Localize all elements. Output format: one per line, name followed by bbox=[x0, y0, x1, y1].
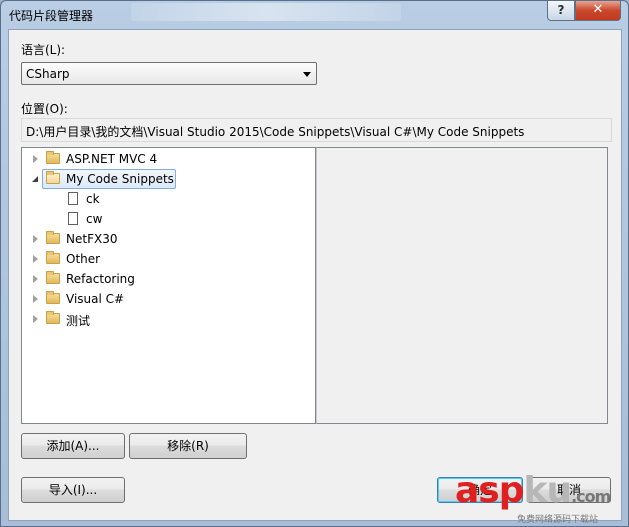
title-bar[interactable]: 代码片段管理器 ? ✕ bbox=[1, 1, 628, 29]
chevron-down-icon bbox=[303, 72, 311, 77]
folder-icon bbox=[46, 251, 60, 264]
tree-item-ck[interactable]: ck bbox=[22, 189, 312, 209]
tree-item-cw[interactable]: cw bbox=[22, 209, 312, 229]
folder-icon bbox=[46, 291, 60, 304]
language-select[interactable]: CSharp bbox=[21, 62, 317, 85]
expand-arrow-icon[interactable] bbox=[33, 275, 38, 283]
help-button[interactable]: ? bbox=[547, 1, 575, 21]
tree-item-label: 测试 bbox=[66, 314, 91, 328]
tree-item-label: NetFX30 bbox=[66, 232, 118, 246]
close-icon: ✕ bbox=[592, 2, 604, 17]
tree-item-refactoring[interactable]: Refactoring bbox=[22, 269, 312, 289]
folder-icon bbox=[46, 311, 60, 324]
close-button[interactable]: ✕ bbox=[575, 1, 621, 21]
folder-icon bbox=[46, 271, 60, 284]
tree-item-test[interactable]: 测试 bbox=[22, 309, 312, 329]
expand-arrow-icon[interactable] bbox=[33, 295, 38, 303]
collapse-arrow-icon[interactable] bbox=[32, 176, 38, 182]
dialog-body: 语言(L): CSharp 位置(O): D:\用户目录\我的文档\Visual… bbox=[8, 29, 622, 521]
remove-button[interactable]: 移除(R) bbox=[129, 433, 247, 459]
snippet-tree[interactable]: ASP.NET MVC 4 My Code Snippets ck cw Net… bbox=[21, 147, 316, 424]
expand-arrow-icon[interactable] bbox=[33, 315, 38, 323]
snippet-file-icon bbox=[68, 192, 78, 205]
tree-item-label: Other bbox=[66, 252, 101, 266]
snippet-description-panel bbox=[316, 147, 608, 424]
location-path-field[interactable]: D:\用户目录\我的文档\Visual Studio 2015\Code Sni… bbox=[21, 118, 612, 142]
window-title: 代码片段管理器 bbox=[9, 9, 94, 23]
location-path: D:\用户目录\我的文档\Visual Studio 2015\Code Sni… bbox=[26, 125, 525, 139]
folder-icon bbox=[46, 231, 60, 244]
open-folder-icon bbox=[46, 171, 60, 184]
tree-item-label: ck bbox=[86, 192, 100, 206]
watermark-subtitle: 免费网络源码下载站 bbox=[517, 515, 599, 525]
expand-arrow-icon[interactable] bbox=[33, 235, 38, 243]
folder-icon bbox=[46, 151, 60, 164]
tree-item-label: ASP.NET MVC 4 bbox=[66, 152, 158, 166]
snippet-manager-window: 代码片段管理器 ? ✕ 语言(L): CSharp 位置(O): D:\用户目录… bbox=[0, 0, 629, 527]
title-blur bbox=[131, 3, 401, 21]
tree-item-label: Visual C# bbox=[66, 292, 125, 306]
add-button[interactable]: 添加(A)... bbox=[21, 433, 125, 459]
tree-item-my-code-snippets[interactable]: My Code Snippets bbox=[22, 169, 312, 189]
expand-arrow-icon[interactable] bbox=[33, 255, 38, 263]
help-icon: ? bbox=[557, 3, 565, 17]
tree-item-aspnet-mvc4[interactable]: ASP.NET MVC 4 bbox=[22, 149, 312, 169]
tree-item-visual-csharp[interactable]: Visual C# bbox=[22, 289, 312, 309]
snippet-file-icon bbox=[68, 212, 78, 225]
tree-item-other[interactable]: Other bbox=[22, 249, 312, 269]
tree-item-label: Refactoring bbox=[66, 272, 135, 286]
tree-item-label: My Code Snippets bbox=[66, 172, 174, 186]
location-label: 位置(O): bbox=[21, 102, 68, 116]
import-button[interactable]: 导入(I)... bbox=[21, 477, 125, 503]
language-value: CSharp bbox=[26, 67, 70, 81]
watermark-text: aspku.com bbox=[455, 470, 611, 511]
language-label: 语言(L): bbox=[21, 43, 66, 57]
expand-arrow-icon[interactable] bbox=[33, 155, 38, 163]
tree-item-label: cw bbox=[86, 212, 103, 226]
tree-item-netfx30[interactable]: NetFX30 bbox=[22, 229, 312, 249]
watermark-logo: aspku.com 免费网络源码下载站 bbox=[455, 470, 625, 525]
